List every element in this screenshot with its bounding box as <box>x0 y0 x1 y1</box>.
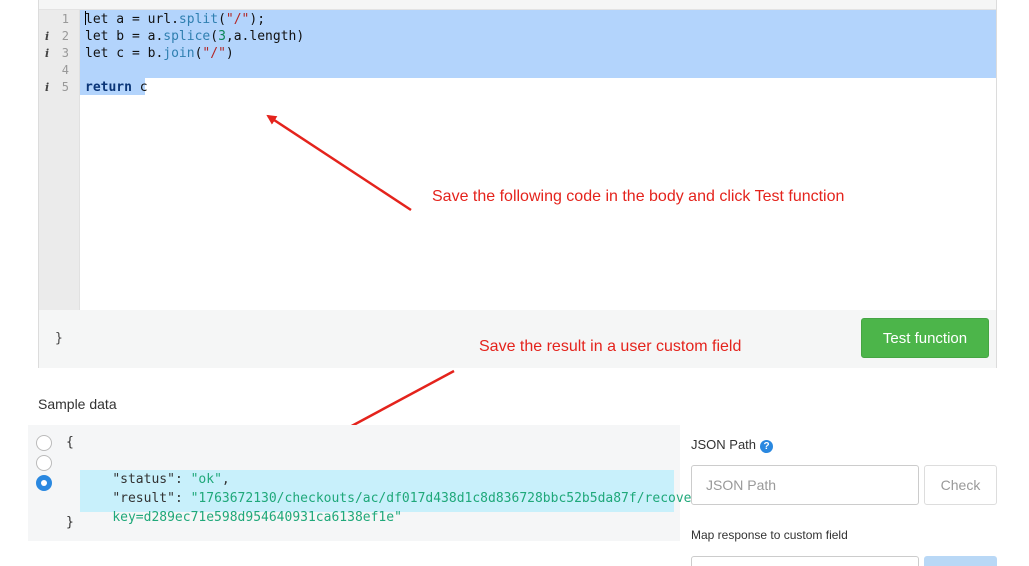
code-text: return c <box>85 80 148 95</box>
sample-data-label: Sample data <box>38 396 117 412</box>
code-line-4[interactable]: 4 <box>39 62 996 79</box>
question-circle-icon[interactable]: ? <box>760 440 774 453</box>
test-function-button[interactable]: Test function <box>861 318 989 358</box>
line-number: 5 <box>61 80 69 94</box>
code-line-5[interactable]: i 5 return c <box>39 79 996 96</box>
radio-status[interactable] <box>36 455 52 471</box>
custom-field-select[interactable] <box>691 556 919 566</box>
radio-root[interactable] <box>36 435 52 451</box>
code-text: let a = url.split("/"); <box>85 11 266 27</box>
code-line-1[interactable]: 1 let a = url.split("/"); <box>39 11 996 28</box>
json-result-continuation[interactable]: key=d289ec71e598d954640931ca6138ef1e" <box>81 492 402 543</box>
code-text: let c = b.join("/") <box>85 46 234 61</box>
annotation-save-result: Save the result in a user custom field <box>479 338 742 355</box>
text-cursor <box>85 11 86 25</box>
line-number: 1 <box>61 12 69 26</box>
save-mapping-button[interactable] <box>924 556 997 566</box>
result-value-part2: key=d289ec71e598d954640931ca6138ef1e" <box>112 510 402 525</box>
code-editor-panel: 1 let a = url.split("/"); i 2 let b = a.… <box>38 0 997 368</box>
editor-top-bar <box>39 0 996 10</box>
code-line-3[interactable]: i 3 let c = b.join("/") <box>39 45 996 62</box>
closing-brace: } <box>55 331 63 346</box>
sample-data-box: { "status": "ok", "result": "1763672130/… <box>28 425 707 543</box>
json-path-label-text: JSON Path <box>691 437 757 452</box>
code-text: let b = a.splice(3,a.length) <box>85 29 305 44</box>
json-close-brace: } <box>66 515 74 530</box>
code-area[interactable]: 1 let a = url.split("/"); i 2 let b = a.… <box>39 10 996 310</box>
line-number: 4 <box>61 63 69 77</box>
json-path-input[interactable] <box>691 465 919 505</box>
line-number: 2 <box>61 29 69 43</box>
json-path-label: JSON Path? <box>691 437 774 453</box>
radio-result[interactable] <box>36 475 52 491</box>
check-button[interactable]: Check <box>924 465 997 505</box>
json-open-brace: { <box>66 435 74 450</box>
line-number: 3 <box>61 46 69 60</box>
map-response-label: Map response to custom field <box>691 528 848 542</box>
code-line-2[interactable]: i 2 let b = a.splice(3,a.length) <box>39 28 996 45</box>
annotation-save-code: Save the following code in the body and … <box>432 188 845 205</box>
